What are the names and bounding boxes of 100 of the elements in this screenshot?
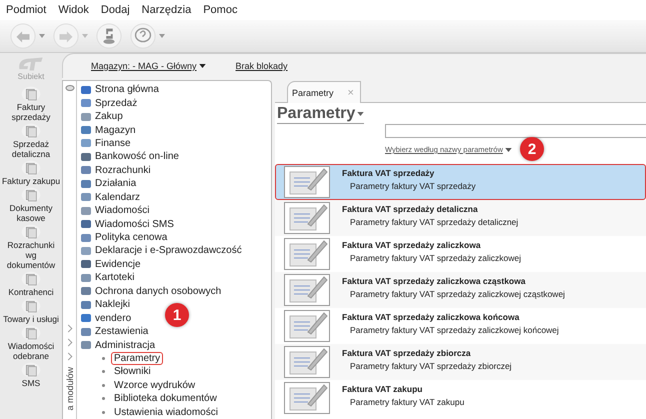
bullet-icon <box>102 356 105 360</box>
nav-item[interactable]: Faktury sprzedaży <box>1 86 61 122</box>
module-icon <box>80 232 92 244</box>
module-item[interactable]: Magazyn <box>80 123 136 137</box>
document-pencil-icon <box>284 238 330 270</box>
parameter-title: Faktura VAT sprzedaży <box>342 168 436 178</box>
help-icon[interactable] <box>130 23 156 49</box>
nav-item[interactable]: Rozrachunki wg dokumentów <box>1 224 61 270</box>
lock-status-link[interactable]: Brak blokady <box>236 61 288 71</box>
tab[interactable]: Parametry × <box>287 81 361 103</box>
module-icon <box>80 218 92 230</box>
submodule-item[interactable]: Parametry <box>111 352 164 365</box>
nav-item[interactable]: Sprzedaż detaliczna <box>1 123 61 159</box>
module-item[interactable]: Naklejki <box>80 298 130 312</box>
parameter-row[interactable]: Faktura VAT sprzedaży Parametry faktury VAT sprzedaży <box>275 164 646 200</box>
module-item[interactable]: Wiadomości <box>80 204 150 218</box>
bullet-icon <box>102 384 105 387</box>
arrow-left-icon[interactable] <box>10 23 36 49</box>
nav-item[interactable]: SMS <box>1 362 61 388</box>
module-icon <box>80 150 92 163</box>
bullet-icon <box>102 397 105 400</box>
caret-icon[interactable] <box>504 148 512 152</box>
module-item[interactable]: Ewidencje <box>80 258 141 272</box>
parameter-row[interactable]: Faktura VAT sprzedaży detaliczna Parametry faktury VAT sprzedaży detalicznej <box>275 200 646 236</box>
document-stack-icon <box>20 362 42 378</box>
parameter-title: Faktura VAT sprzedaży zaliczkowa końcowa <box>342 312 520 322</box>
parameter-title: Faktura VAT sprzedaży zaliczkowa cząstkowa <box>342 276 526 286</box>
menu-item[interactable]: Pomoc <box>203 4 238 16</box>
submodule-item[interactable]: Ustawienia wiadomości <box>111 406 221 419</box>
document-pencil-icon <box>284 274 330 306</box>
module-item[interactable]: Kartoteki <box>80 271 134 285</box>
warehouse-dropdown[interactable]: Magazyn: - MAG - Główny <box>91 61 206 71</box>
module-icon <box>80 178 92 190</box>
module-item[interactable]: Administracja <box>80 338 156 352</box>
menu-item[interactable]: Podmiot <box>6 4 46 16</box>
module-item[interactable]: Działania <box>80 177 136 190</box>
module-item[interactable]: Ochrona danych osobowych <box>80 284 222 298</box>
arrow-right-icon[interactable] <box>53 23 79 49</box>
nav-item[interactable]: Towary i usługi <box>1 298 61 324</box>
module-item[interactable]: Zestawienia <box>80 324 148 338</box>
nav-item[interactable]: Dokumenty kasowe <box>1 187 61 223</box>
parameter-description: Parametry faktury VAT sprzedaży zaliczkowej cząstkowej <box>349 289 565 299</box>
module-item[interactable]: Sprzedaż <box>80 96 138 110</box>
module-item[interactable]: Deklaracje i e-Sprawozdawczość <box>80 244 242 258</box>
module-icon <box>80 244 92 257</box>
document-pencil-icon <box>284 202 330 234</box>
menu-item[interactable]: Dodaj <box>100 4 130 16</box>
page-title-dropdown[interactable]: Parametry <box>277 105 364 124</box>
parameter-row[interactable]: Faktura VAT sprzedaży zbiorcza Parametry faktury VAT sprzedaży zbiorczej <box>275 344 646 380</box>
document-stack-icon <box>20 123 42 139</box>
module-item[interactable]: Kalendarz <box>80 190 140 204</box>
module-item[interactable]: Bankowość on-line <box>80 150 179 164</box>
module-icon <box>80 84 92 96</box>
parameter-description: Parametry faktury VAT sprzedaży zaliczkowej końcowej <box>349 325 559 335</box>
submodule-item[interactable]: Biblioteka dokumentów <box>111 392 220 406</box>
module-icon <box>80 285 92 298</box>
document-stack-icon <box>20 224 42 240</box>
menu-item[interactable]: Narzędzia <box>142 4 192 16</box>
module-item[interactable]: Polityka cenowa <box>80 230 168 244</box>
nav-item[interactable]: Wiadomości odebrane <box>1 325 61 361</box>
nav-item[interactable]: Faktury zakupu <box>1 160 61 186</box>
module-icon <box>80 97 92 110</box>
nav-item[interactable]: Kontrahenci <box>1 271 61 297</box>
document-stack-icon <box>20 298 42 314</box>
module-icon <box>80 191 92 204</box>
module-item[interactable]: Rozrachunki <box>80 164 151 178</box>
logo-text: Subiekt <box>18 72 44 82</box>
parameter-description: Parametry faktury VAT sprzedaży zaliczkowej <box>349 253 522 263</box>
parameter-description: Parametry faktury VAT sprzedaży zbiorczej <box>349 361 512 371</box>
search-field[interactable] <box>385 124 646 138</box>
menu-item[interactable]: Widok <box>58 4 89 16</box>
module-icon <box>80 326 92 338</box>
submodule-item[interactable]: Wzorce wydruków <box>111 378 198 392</box>
document-pencil-icon <box>284 310 330 342</box>
parameter-description: Parametry faktury VAT zakupu <box>349 397 464 407</box>
document-stack-icon <box>20 86 42 102</box>
document-stack-icon <box>20 325 42 341</box>
bullet-icon <box>102 370 105 374</box>
caret-icon[interactable] <box>198 64 206 68</box>
module-item[interactable]: vendero <box>80 311 132 325</box>
document-stack-icon <box>20 160 42 176</box>
module-icon <box>80 339 92 352</box>
module-item[interactable]: Finanse <box>80 136 131 150</box>
submodule-item[interactable]: Słowniki <box>111 365 154 378</box>
parameter-title: Faktura VAT sprzedaży zaliczkowa <box>342 240 482 250</box>
parameter-title: Faktura VAT zakupu <box>342 384 424 394</box>
module-icon <box>80 110 92 123</box>
document-stack-icon <box>20 271 42 287</box>
document-pencil-icon <box>284 346 330 378</box>
module-item[interactable]: Zakup <box>80 110 123 124</box>
parameter-description: Parametry faktury VAT sprzedaży detalicznej <box>349 217 518 227</box>
document-pencil-icon <box>284 166 330 198</box>
parameter-title: Faktura VAT sprzedaży zbiorcza <box>342 348 472 358</box>
module-item[interactable]: Strona główna <box>80 83 159 96</box>
parameter-title: Faktura VAT sprzedaży detaliczna <box>342 204 479 214</box>
document-stack-icon <box>20 187 42 203</box>
module-item[interactable]: Wiadomości SMS <box>80 217 174 231</box>
bullet-icon <box>102 410 105 414</box>
parameter-row[interactable]: Faktura VAT sprzedaży zaliczkowa cząstkowa Parametry faktury VAT sprzedaży zaliczkowej cząstkowej <box>275 272 646 308</box>
module-icon <box>80 164 92 176</box>
